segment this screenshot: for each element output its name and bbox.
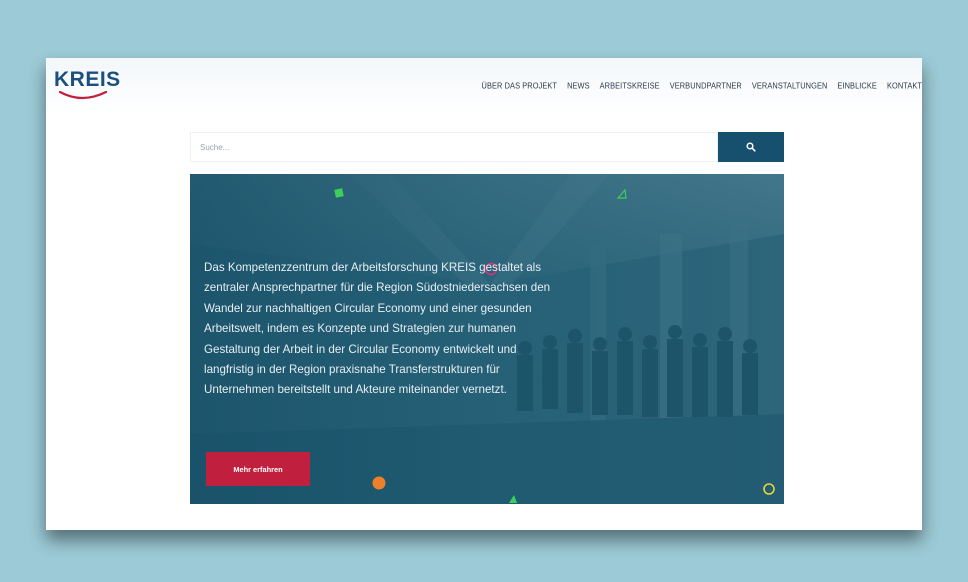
green-square-decoration bbox=[334, 188, 344, 198]
hero-banner: Das Kompetenzzentrum der Arbeitsforschun… bbox=[190, 174, 784, 504]
browser-viewport: KREIS ÜBER DAS PROJEKT NEWS ARBEITSKREIS… bbox=[46, 58, 922, 530]
mehr-erfahren-button[interactable]: Mehr erfahren bbox=[206, 452, 310, 486]
nav-item-ueber-das-projekt[interactable]: ÜBER DAS PROJEKT bbox=[482, 80, 558, 90]
site-header: KREIS ÜBER DAS PROJEKT NEWS ARBEITSKREIS… bbox=[46, 58, 922, 114]
nav-item-arbeitskreise[interactable]: ARBEITSKREISE bbox=[600, 80, 660, 90]
nav-item-einblicke[interactable]: EINBLICKE bbox=[837, 80, 877, 90]
nav-item-news[interactable]: NEWS bbox=[567, 80, 590, 90]
logo-swoosh-icon bbox=[58, 90, 108, 100]
nav-item-veranstaltungen[interactable]: VERANSTALTUNGEN bbox=[752, 80, 828, 90]
search-bar bbox=[190, 132, 784, 162]
nav-item-verbundpartner[interactable]: VERBUNDPARTNER bbox=[670, 80, 742, 90]
yellow-ring-decoration bbox=[763, 483, 775, 495]
green-triangle-decoration bbox=[616, 188, 627, 199]
site-logo[interactable]: KREIS bbox=[54, 68, 120, 106]
search-icon bbox=[746, 142, 756, 152]
hero-description: Das Kompetenzzentrum der Arbeitsforschun… bbox=[204, 261, 551, 397]
orange-circle-decoration bbox=[372, 476, 386, 490]
nav-item-kontakt[interactable]: KONTAKT bbox=[887, 80, 922, 90]
main-navigation: ÜBER DAS PROJEKT NEWS ARBEITSKREISE VERB… bbox=[482, 78, 922, 92]
logo-text: KREIS bbox=[54, 68, 121, 91]
search-input[interactable] bbox=[190, 132, 718, 162]
search-button[interactable] bbox=[718, 132, 784, 162]
green-shape-decoration bbox=[509, 495, 517, 503]
